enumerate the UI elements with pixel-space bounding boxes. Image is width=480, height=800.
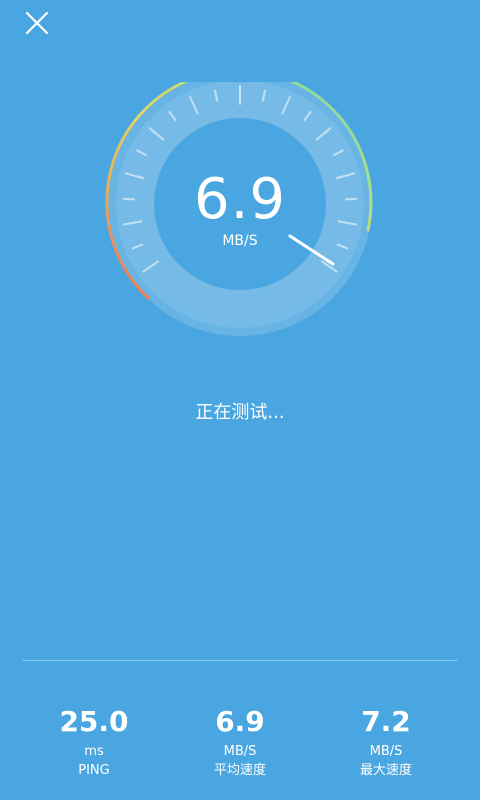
stat-label: 平均速度 (213, 763, 266, 778)
close-button[interactable] (22, 8, 52, 38)
stat-unit: ms (84, 744, 104, 759)
current-speed-unit: MB/S (222, 233, 258, 249)
stat-max-speed: 7.2 MB/S 最大速度 (306, 705, 466, 780)
stat-unit: MB/S (223, 744, 257, 759)
close-icon (25, 11, 49, 35)
stat-value: 25.0 (59, 705, 129, 738)
status-text: 正在测试... (195, 402, 285, 423)
current-speed-value: 6.9 (193, 167, 287, 232)
stat-label: 最大速度 (359, 763, 412, 778)
stats-row: 25.0 ms PING 6.9 MB/S 平均速度 7.2 MB/S 最大速度 (0, 705, 480, 795)
stat-average-speed: 6.9 MB/S 平均速度 (160, 705, 320, 780)
stat-ping: 25.0 ms PING (14, 705, 174, 780)
stat-value: 6.9 (215, 705, 265, 738)
stat-value: 7.2 (361, 705, 411, 738)
divider (22, 660, 458, 661)
stat-unit: MB/S (369, 744, 403, 759)
speed-gauge: 6.9 MB/S (100, 82, 380, 342)
stat-label: PING (78, 763, 110, 778)
